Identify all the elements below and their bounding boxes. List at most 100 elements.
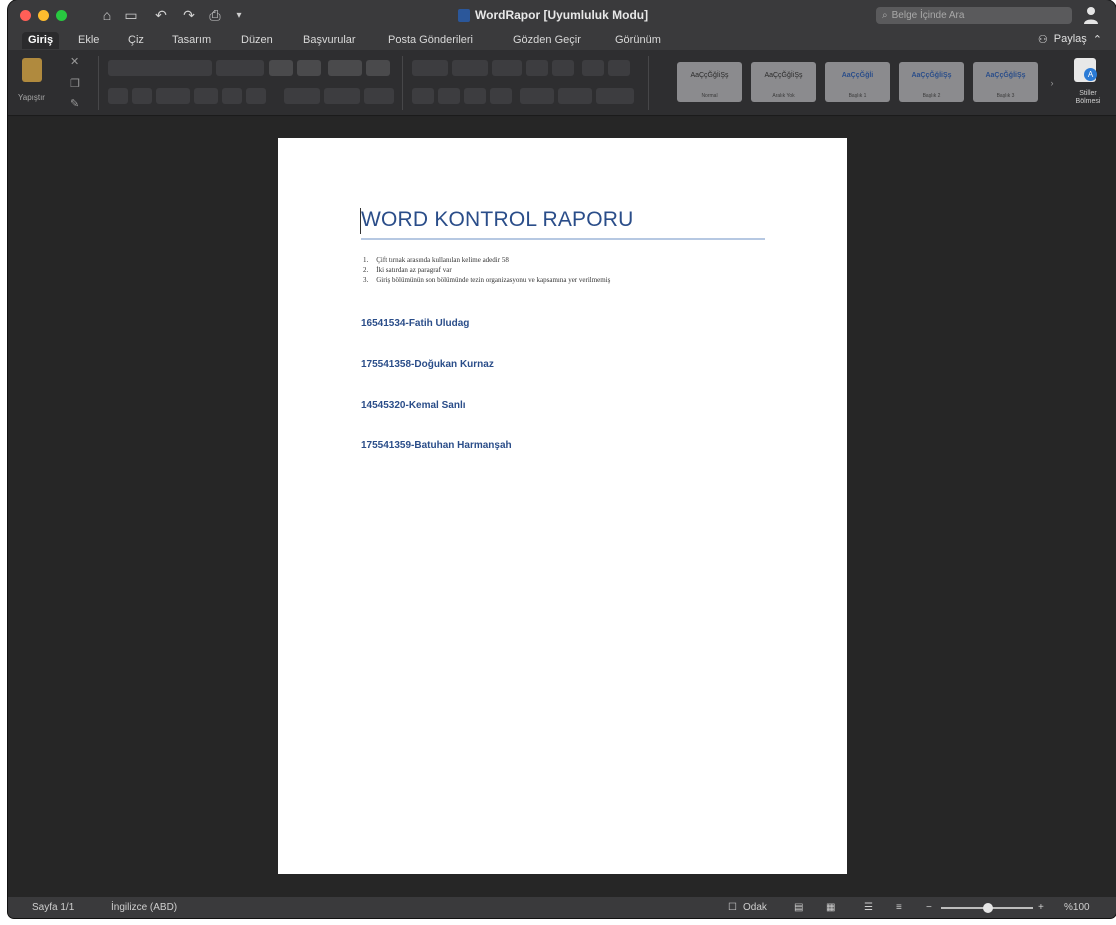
home-icon[interactable]: ⌂ (98, 6, 116, 24)
bullets-icon[interactable] (412, 60, 448, 76)
ribbon-separator (98, 56, 99, 110)
highlight-color-icon[interactable] (324, 88, 360, 104)
tab-design[interactable]: Tasarım (166, 32, 217, 49)
styles-pane-badge: A (1084, 68, 1097, 81)
shading-icon[interactable] (558, 88, 592, 104)
font-size-dropdown[interactable] (216, 60, 264, 76)
style-heading-3[interactable]: AaÇçĞğİiŞş Başlık 3 (973, 62, 1038, 102)
undo-icon[interactable]: ↶ (148, 6, 174, 24)
sort-icon[interactable] (582, 60, 604, 76)
document-page[interactable]: WORD KONTROL RAPORU 1. Çift tırnak arası… (278, 138, 847, 874)
word-document-icon (458, 8, 470, 22)
list-item[interactable]: 1. Çift tırnak arasında kullanılan kelim… (363, 255, 610, 265)
heading-rule (361, 238, 765, 240)
tab-view[interactable]: Görünüm (609, 32, 667, 49)
shrink-font-icon[interactable] (297, 60, 321, 76)
outline-view-icon[interactable]: ☰ (864, 902, 873, 913)
change-case-icon[interactable] (328, 60, 362, 76)
print-icon[interactable]: ⎙ (206, 6, 224, 24)
line-spacing-icon[interactable] (520, 88, 554, 104)
list-text: Çift tırnak arasında kullanılan kelime a… (376, 256, 509, 264)
bold-icon[interactable] (108, 88, 128, 104)
grow-font-icon[interactable] (269, 60, 293, 76)
borders-icon[interactable] (596, 88, 634, 104)
show-marks-icon[interactable] (608, 60, 630, 76)
print-layout-icon[interactable]: ▤ (794, 902, 803, 913)
tab-draw[interactable]: Çiz (122, 32, 150, 49)
superscript-icon[interactable] (246, 88, 266, 104)
language-indicator[interactable]: İngilizce (ABD) (111, 902, 177, 913)
ribbon-home: Yapıştır ✕ ❐ ✎ AaÇçĞğİiŞş Normal AaÇçĞğİ… (8, 50, 1116, 116)
copy-icon[interactable]: ❐ (70, 74, 80, 92)
numbering-icon[interactable] (452, 60, 488, 76)
close-window-button[interactable] (20, 10, 31, 21)
zoom-out-icon[interactable]: − (926, 902, 932, 913)
justify-icon[interactable] (490, 88, 512, 104)
style-no-spacing[interactable]: AaÇçĞğİiŞş Aralık Yok (751, 62, 816, 102)
align-left-icon[interactable] (412, 88, 434, 104)
customize-toolbar-icon[interactable]: ▾ (232, 6, 246, 24)
clear-formatting-icon[interactable] (366, 60, 390, 76)
tab-references[interactable]: Başvurular (297, 32, 362, 49)
font-name-dropdown[interactable] (108, 60, 212, 76)
focus-mode-label[interactable]: Odak (743, 902, 767, 913)
team-member[interactable]: 175541359-Batuhan Harmanşah (361, 440, 512, 451)
increase-indent-icon[interactable] (552, 60, 574, 76)
zoom-level[interactable]: %100 (1064, 902, 1090, 913)
decrease-indent-icon[interactable] (526, 60, 548, 76)
web-layout-icon[interactable]: ▦ (826, 902, 835, 913)
style-heading-1[interactable]: AaÇçĞğİi Başlık 1 (825, 62, 890, 102)
search-document-input[interactable]: ⌕ Belge İçinde Ara (876, 7, 1072, 24)
tab-mailings[interactable]: Posta Gönderileri (382, 32, 479, 49)
collapse-ribbon-icon[interactable]: ⌃ (1093, 33, 1102, 46)
document-heading[interactable]: WORD KONTROL RAPORU (361, 208, 634, 232)
search-icon: ⌕ (882, 10, 888, 21)
list-number: 3. (363, 276, 369, 284)
cut-icon[interactable]: ✕ (70, 52, 79, 70)
styles-more-icon[interactable]: › (1047, 74, 1057, 92)
subscript-icon[interactable] (222, 88, 242, 104)
styles-pane-label[interactable]: Stiller Bölmesi (1066, 90, 1110, 106)
style-sample: AaÇçĞğİiŞş (911, 72, 952, 79)
team-member[interactable]: 175541358-Doğukan Kurnaz (361, 359, 494, 370)
align-right-icon[interactable] (464, 88, 486, 104)
tab-review[interactable]: Gözden Geçir (507, 32, 587, 49)
underline-icon[interactable] (156, 88, 190, 104)
zoom-in-icon[interactable]: + (1038, 902, 1044, 913)
font-color-icon[interactable] (364, 88, 394, 104)
zoom-slider-handle[interactable] (983, 903, 993, 913)
italic-icon[interactable] (132, 88, 152, 104)
draft-view-icon[interactable]: ≡ (896, 902, 902, 913)
account-icon[interactable] (1082, 5, 1100, 25)
list-item[interactable]: 2. İki satırdan az paragraf var (363, 265, 610, 275)
team-member[interactable]: 14545320-Kemal Sanlı (361, 400, 466, 411)
style-heading-2[interactable]: AaÇçĞğİiŞş Başlık 2 (899, 62, 964, 102)
text-effects-icon[interactable] (284, 88, 320, 104)
style-normal[interactable]: AaÇçĞğİiŞş Normal (677, 62, 742, 102)
share-label: Paylaş (1053, 33, 1087, 45)
tab-insert[interactable]: Ekle (72, 32, 105, 49)
focus-mode-icon[interactable]: ☐ (728, 902, 737, 913)
document-title-text: WordRapor [Uyumluluk Modu] (475, 8, 649, 22)
style-name: Başlık 1 (848, 93, 867, 99)
align-center-icon[interactable] (438, 88, 460, 104)
format-painter-icon[interactable]: ✎ (70, 94, 79, 112)
redo-icon[interactable]: ↷ (180, 6, 198, 24)
list-item[interactable]: 3. Giriş bölümünün son bölümünde tezin o… (363, 275, 610, 285)
paste-icon[interactable] (22, 58, 42, 82)
strikethrough-icon[interactable] (194, 88, 218, 104)
page-count[interactable]: Sayfa 1/1 (32, 902, 74, 913)
title-bar: ⌂ ▭ ↶ ↷ ⎙ ▾ WordRapor [Uyumluluk Modu] ⌕… (8, 0, 1116, 30)
save-icon[interactable]: ▭ (122, 6, 140, 24)
document-canvas[interactable]: WORD KONTROL RAPORU 1. Çift tırnak arası… (8, 117, 1116, 897)
style-name: Normal (701, 93, 718, 99)
share-button[interactable]: ⚇ Paylaş ⌃ (1038, 33, 1102, 46)
search-placeholder: Belge İçinde Ara (891, 10, 965, 21)
team-member[interactable]: 16541534-Fatih Uludag (361, 318, 469, 329)
multilevel-list-icon[interactable] (492, 60, 522, 76)
tab-home[interactable]: Giriş (22, 32, 60, 49)
zoom-window-button[interactable] (56, 10, 67, 21)
tab-layout[interactable]: Düzen (235, 32, 279, 49)
word-window: ⌂ ▭ ↶ ↷ ⎙ ▾ WordRapor [Uyumluluk Modu] ⌕… (8, 0, 1116, 918)
minimize-window-button[interactable] (38, 10, 49, 21)
